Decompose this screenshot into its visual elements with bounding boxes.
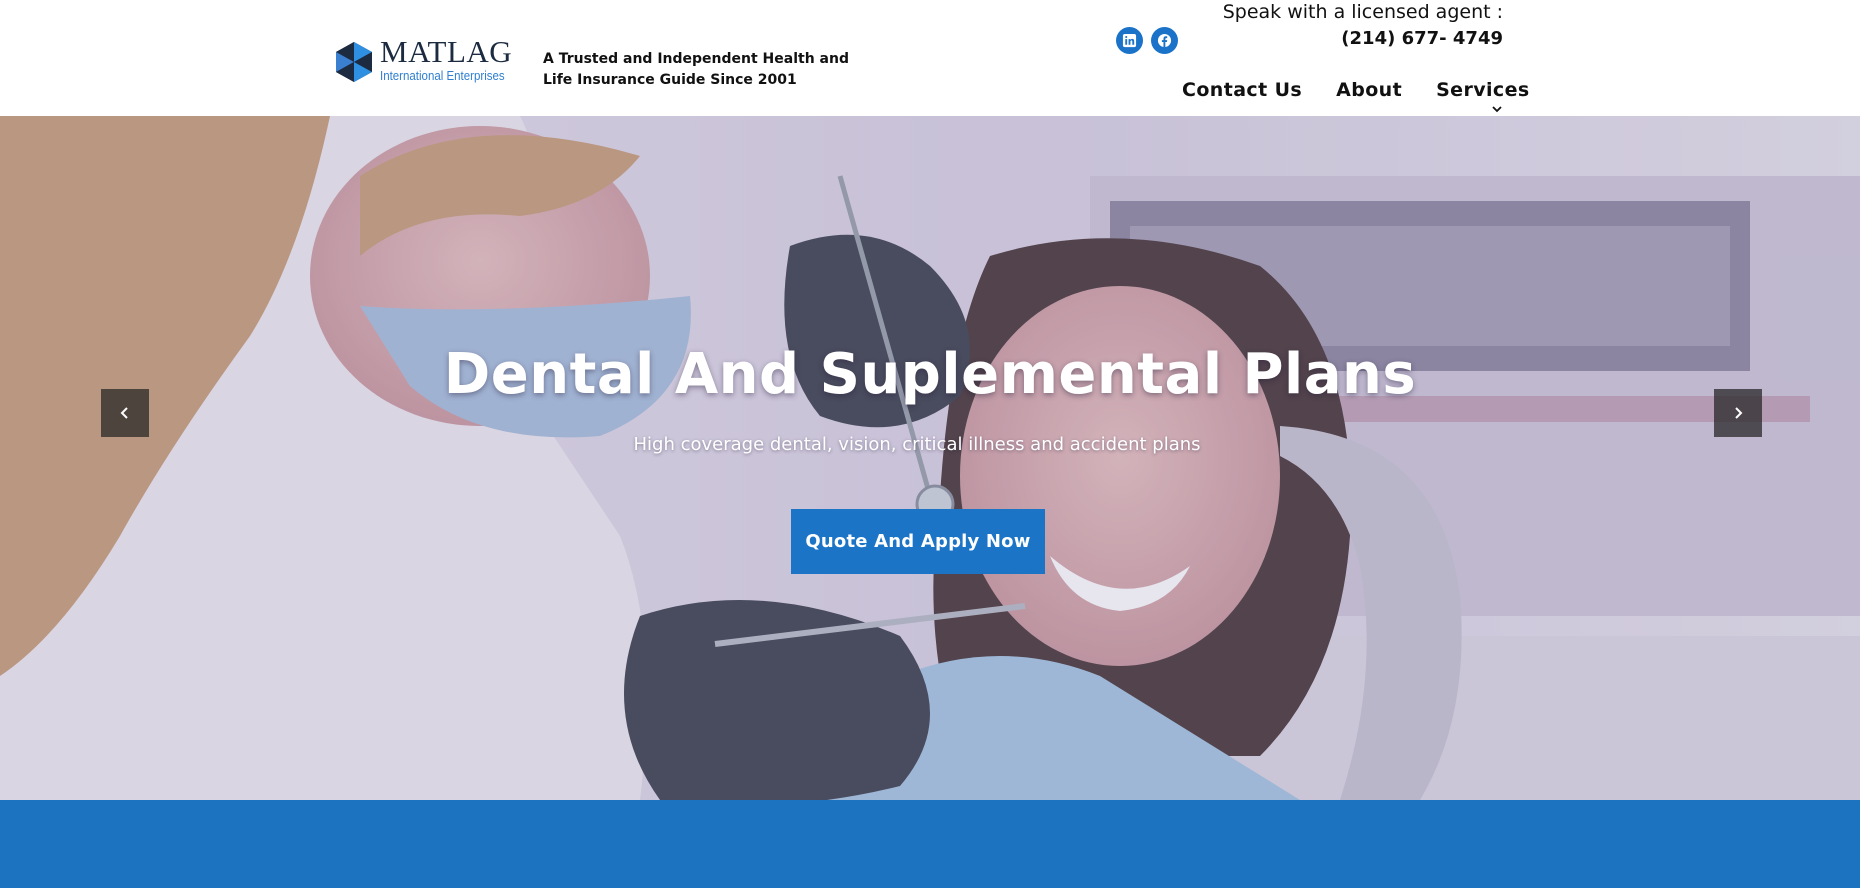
facebook-icon — [1157, 33, 1172, 48]
main-nav: Contact Us About Services — [1182, 79, 1530, 101]
agent-label: Speak with a licensed agent : — [1222, 1, 1503, 23]
hero-subtitle: High coverage dental, vision, critical i… — [633, 434, 1201, 455]
chevron-left-icon — [120, 407, 128, 419]
quote-apply-button[interactable]: Quote And Apply Now — [791, 509, 1045, 574]
nav-item-contact[interactable]: Contact Us — [1182, 79, 1302, 101]
logo-name: MATLAG — [380, 34, 513, 69]
chevron-down-icon[interactable] — [1491, 104, 1503, 114]
social-links — [1116, 27, 1178, 54]
slider-prev-button[interactable] — [101, 389, 149, 437]
agent-phone-link[interactable]: (214) 677- 4749 — [1223, 24, 1503, 54]
linkedin-link[interactable] — [1116, 27, 1143, 54]
hero-title: Dental And Suplemental Plans — [443, 342, 1417, 407]
slider-next-button[interactable] — [1714, 389, 1762, 437]
hero-slider: Dental And Suplemental Plans High covera… — [0, 116, 1860, 800]
linkedin-icon — [1122, 33, 1137, 48]
agent-contact: Speak with a licensed agent : (214) 677-… — [1223, 0, 1503, 54]
logo-hexagon-icon — [336, 42, 372, 82]
nav-item-services[interactable]: Services — [1436, 79, 1530, 101]
chevron-right-icon — [1735, 407, 1743, 419]
facebook-link[interactable] — [1151, 27, 1178, 54]
nav-item-about[interactable]: About — [1336, 79, 1402, 101]
site-logo[interactable]: MATLAG International Enterprises — [332, 36, 516, 84]
logo-subtitle: International Enterprises — [380, 69, 505, 83]
site-tagline: A Trusted and Independent Health and Lif… — [543, 51, 849, 88]
blue-section-band — [0, 800, 1860, 888]
site-header: MATLAG International Enterprises A Trust… — [0, 0, 1860, 116]
